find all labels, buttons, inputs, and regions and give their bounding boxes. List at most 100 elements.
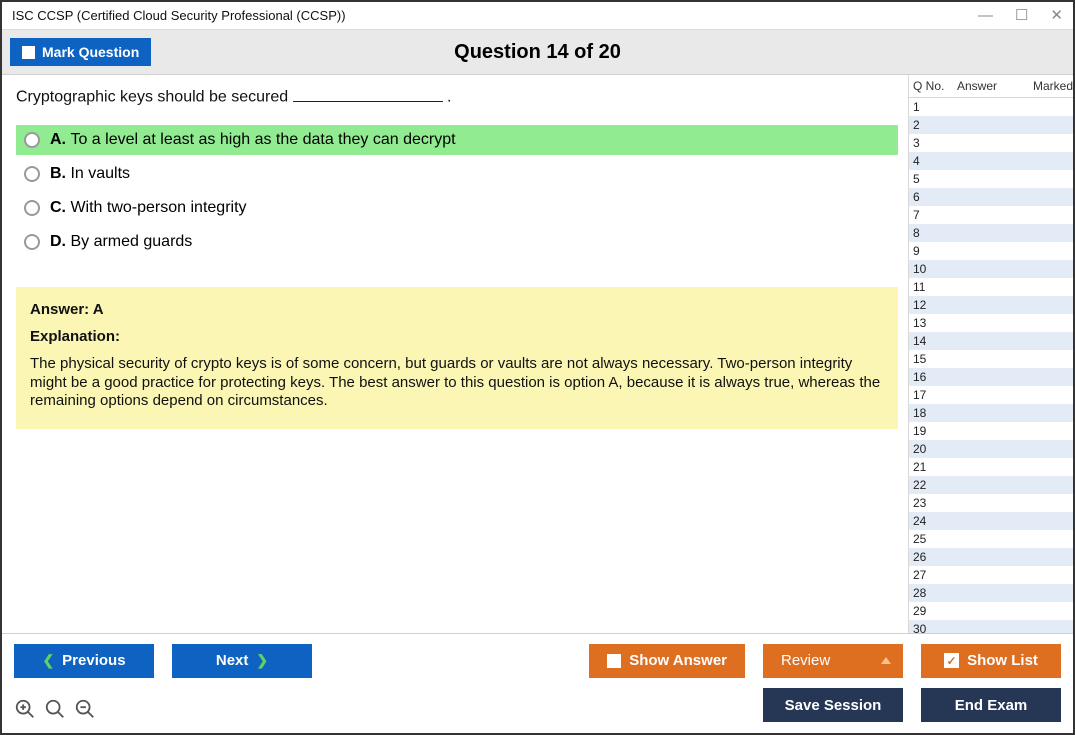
question-row[interactable]: 8: [909, 224, 1073, 242]
zoom-reset-icon[interactable]: [14, 698, 36, 723]
question-row[interactable]: 20: [909, 440, 1073, 458]
question-row[interactable]: 23: [909, 494, 1073, 512]
question-row[interactable]: 17: [909, 386, 1073, 404]
question-number: 23: [913, 496, 957, 510]
question-number: 11: [913, 280, 957, 294]
question-number: 10: [913, 262, 957, 276]
question-number: 8: [913, 226, 957, 240]
footer-row-2: Save Session End Exam: [14, 688, 1061, 723]
next-button[interactable]: Next ❯: [172, 644, 312, 678]
option-d[interactable]: D. By armed guards: [16, 227, 898, 257]
question-number: 6: [913, 190, 957, 204]
square-icon: [607, 654, 621, 668]
question-number: 28: [913, 586, 957, 600]
question-number: 3: [913, 136, 957, 150]
option-label: B. In vaults: [50, 165, 130, 183]
answer-line: Answer: A: [30, 301, 884, 318]
question-number: 17: [913, 388, 957, 402]
option-label: A. To a level at least as high as the da…: [50, 131, 456, 149]
question-number: 19: [913, 424, 957, 438]
question-row[interactable]: 2: [909, 116, 1073, 134]
col-qno: Q No.: [913, 79, 957, 93]
question-row[interactable]: 6: [909, 188, 1073, 206]
checkbox-icon: [22, 46, 35, 59]
question-row[interactable]: 30: [909, 620, 1073, 633]
option-a[interactable]: A. To a level at least as high as the da…: [16, 125, 898, 155]
triangle-up-icon: [881, 657, 891, 664]
question-row[interactable]: 11: [909, 278, 1073, 296]
question-number: 12: [913, 298, 957, 312]
review-button[interactable]: Review: [763, 644, 903, 678]
option-label: C. With two-person integrity: [50, 199, 247, 217]
window-title: ISC CCSP (Certified Cloud Security Profe…: [12, 8, 346, 23]
question-number: 2: [913, 118, 957, 132]
question-row[interactable]: 9: [909, 242, 1073, 260]
main-pane: Cryptographic keys should be secured . A…: [2, 75, 908, 633]
zoom-controls: [14, 698, 96, 723]
question-number: 26: [913, 550, 957, 564]
question-row[interactable]: 13: [909, 314, 1073, 332]
question-row[interactable]: 25: [909, 530, 1073, 548]
question-number: 30: [913, 622, 957, 633]
question-list-header: Q No. Answer Marked: [909, 75, 1073, 98]
question-number: 13: [913, 316, 957, 330]
question-number: 15: [913, 352, 957, 366]
question-number: 22: [913, 478, 957, 492]
question-row[interactable]: 14: [909, 332, 1073, 350]
question-list-scroll[interactable]: 1234567891011121314151617181920212223242…: [909, 98, 1073, 633]
show-answer-button[interactable]: Show Answer: [589, 644, 745, 678]
option-radio[interactable]: [24, 132, 40, 148]
question-number: 4: [913, 154, 957, 168]
question-row[interactable]: 7: [909, 206, 1073, 224]
question-row[interactable]: 4: [909, 152, 1073, 170]
option-c[interactable]: C. With two-person integrity: [16, 193, 898, 223]
option-radio[interactable]: [24, 234, 40, 250]
mark-question-button[interactable]: Mark Question: [10, 38, 151, 66]
question-row[interactable]: 15: [909, 350, 1073, 368]
show-list-button[interactable]: ✓ Show List: [921, 644, 1061, 678]
footer-row-1: ❮ Previous Next ❯ Show Answer Review ✓ S…: [14, 644, 1061, 678]
content-row: Cryptographic keys should be secured . A…: [2, 75, 1073, 633]
previous-button[interactable]: ❮ Previous: [14, 644, 154, 678]
option-radio[interactable]: [24, 166, 40, 182]
col-answer: Answer: [957, 79, 1033, 93]
fill-blank: [293, 87, 443, 101]
col-marked: Marked: [1033, 79, 1073, 93]
question-row[interactable]: 1: [909, 98, 1073, 116]
question-row[interactable]: 24: [909, 512, 1073, 530]
chevron-left-icon: ❮: [42, 652, 54, 669]
explanation-head: Explanation:: [30, 328, 884, 345]
question-row[interactable]: 3: [909, 134, 1073, 152]
save-session-button[interactable]: Save Session: [763, 688, 903, 722]
question-row[interactable]: 10: [909, 260, 1073, 278]
close-icon[interactable]: ✕: [1050, 8, 1063, 23]
question-row[interactable]: 22: [909, 476, 1073, 494]
question-row[interactable]: 26: [909, 548, 1073, 566]
question-row[interactable]: 29: [909, 602, 1073, 620]
header-bar: Mark Question Question 14 of 20: [2, 30, 1073, 76]
maximize-icon[interactable]: ☐: [1015, 8, 1028, 23]
question-row[interactable]: 18: [909, 404, 1073, 422]
titlebar: ISC CCSP (Certified Cloud Security Profe…: [2, 2, 1073, 30]
zoom-out-icon[interactable]: [74, 698, 96, 723]
question-number: 25: [913, 532, 957, 546]
question-row[interactable]: 21: [909, 458, 1073, 476]
end-exam-button[interactable]: End Exam: [921, 688, 1061, 722]
question-number: 9: [913, 244, 957, 258]
question-row[interactable]: 12: [909, 296, 1073, 314]
minimize-icon[interactable]: —: [978, 8, 993, 23]
window-controls: — ☐ ✕: [978, 8, 1063, 23]
question-row[interactable]: 27: [909, 566, 1073, 584]
option-radio[interactable]: [24, 200, 40, 216]
question-row[interactable]: 28: [909, 584, 1073, 602]
question-number: 18: [913, 406, 957, 420]
question-row[interactable]: 16: [909, 368, 1073, 386]
question-number: 24: [913, 514, 957, 528]
question-row[interactable]: 5: [909, 170, 1073, 188]
zoom-in-icon[interactable]: [44, 698, 66, 723]
question-row[interactable]: 19: [909, 422, 1073, 440]
question-text: Cryptographic keys should be secured .: [16, 87, 898, 106]
option-b[interactable]: B. In vaults: [16, 159, 898, 189]
chevron-right-icon: ❯: [256, 652, 268, 669]
options-list: A. To a level at least as high as the da…: [16, 125, 898, 257]
